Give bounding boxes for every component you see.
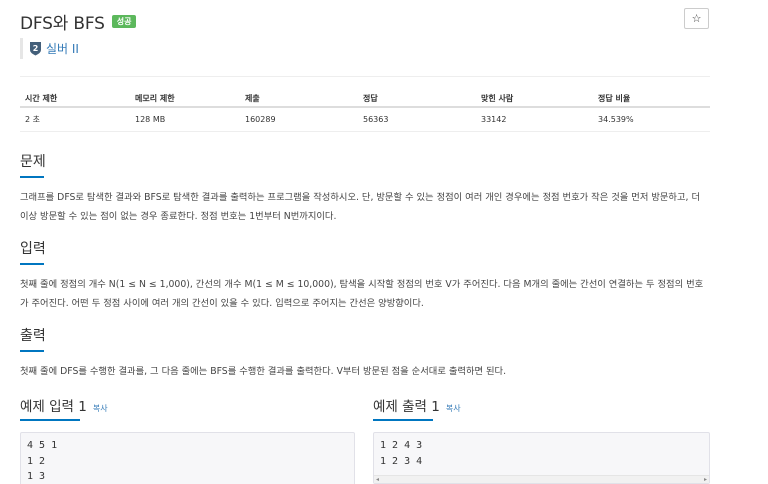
sample-output-header: 예제 출력 1 복사 <box>373 395 461 421</box>
value-memory-limit: 128 MB <box>135 115 166 124</box>
value-time-limit: 2 초 <box>25 115 40 124</box>
tier-number: 2 <box>33 44 39 53</box>
info-table-row: 2 초 128 MB 160289 56363 33142 34.539% <box>20 108 710 132</box>
tier-link[interactable]: 2 실버 II <box>20 38 79 59</box>
section-body-input: 첫째 줄에 정점의 개수 N(1 ≤ N ≤ 1,000), 간선의 개수 M(… <box>20 275 716 313</box>
value-solved-users[interactable]: 33142 <box>477 115 594 124</box>
header-accepted: 정답 <box>363 93 378 103</box>
value-submissions[interactable]: 160289 <box>241 115 359 124</box>
sample-output-line: 1 2 4 3 <box>380 440 423 451</box>
tier-shield-icon: 2 <box>30 42 41 56</box>
scroll-right-arrow-icon[interactable]: ▸ <box>704 476 707 484</box>
section-body-problem: 그래프를 DFS로 탐색한 결과와 BFS로 탐색한 결과를 출력하는 프로그램… <box>20 188 716 226</box>
sample-output-box[interactable]: 1 2 4 3 1 2 3 4 ◂ ▸ <box>373 432 710 484</box>
sample-input-line: 1 2 <box>27 455 46 467</box>
input-text-line: 첫째 줄에 정점의 개수 N(1 ≤ N ≤ 1,000), 간선의 개수 M(… <box>20 279 704 290</box>
header-submissions: 제출 <box>245 93 260 103</box>
divider <box>20 76 710 77</box>
value-accept-ratio: 34.539% <box>598 115 634 124</box>
input-text-line: 가 주어진다. 어떤 두 정점 사이에 여러 개의 간선이 있을 수 있다. 입… <box>20 298 424 309</box>
favorite-star-button[interactable]: ☆ <box>684 8 709 29</box>
horizontal-scrollbar[interactable]: ◂ ▸ <box>374 475 709 483</box>
section-title-problem: 문제 <box>20 151 46 178</box>
section-body-output: 첫째 줄에 DFS를 수행한 결과를, 그 다음 줄에는 BFS를 수행한 결과… <box>20 362 716 381</box>
sample-input-header: 예제 입력 1 복사 <box>20 395 108 421</box>
sample-input-copy-link[interactable]: 복사 <box>93 403 108 414</box>
status-badge: 성공 <box>111 15 137 28</box>
sample-input-title: 예제 입력 1 <box>20 399 87 415</box>
value-accepted[interactable]: 56363 <box>359 115 477 124</box>
header-time-limit: 시간 제한 <box>25 93 58 103</box>
header-memory-limit: 메모리 제한 <box>135 93 175 103</box>
header-solved-users: 맞힌 사람 <box>481 93 514 103</box>
section-title-input: 입력 <box>20 238 46 265</box>
problem-text-line: 이상 방문할 수 있는 점이 없는 경우 종료한다. 정점 번호는 1번부터 N… <box>20 211 337 222</box>
problem-info-table: 시간 제한 메모리 제한 제출 정답 맞힌 사람 정답 비율 2 초 128 M… <box>20 90 710 132</box>
star-icon: ☆ <box>691 13 702 25</box>
info-table-header: 시간 제한 메모리 제한 제출 정답 맞힌 사람 정답 비율 <box>20 90 710 108</box>
sample-input-line: 4 5 1 <box>27 440 58 451</box>
sample-input-box[interactable]: 4 5 1 1 2 1 3 <box>20 432 355 484</box>
output-text-line: 첫째 줄에 DFS를 수행한 결과를, 그 다음 줄에는 BFS를 수행한 결과… <box>20 366 507 377</box>
title-row: DFS와 BFS 성공 <box>20 9 137 34</box>
sample-output-copy-link[interactable]: 복사 <box>446 403 461 414</box>
section-title-output: 출력 <box>20 325 46 352</box>
sample-input-line: 1 3 <box>27 471 46 482</box>
sample-output-line: 1 2 3 4 <box>380 455 423 467</box>
problem-title: DFS와 BFS <box>20 14 105 34</box>
header-accept-ratio: 정답 비율 <box>598 93 631 103</box>
sample-output-title: 예제 출력 1 <box>373 399 440 415</box>
tier-label: 실버 II <box>46 42 79 56</box>
problem-text-line: 그래프를 DFS로 탐색한 결과와 BFS로 탐색한 결과를 출력하는 프로그램… <box>20 192 701 203</box>
scroll-left-arrow-icon[interactable]: ◂ <box>376 476 379 484</box>
